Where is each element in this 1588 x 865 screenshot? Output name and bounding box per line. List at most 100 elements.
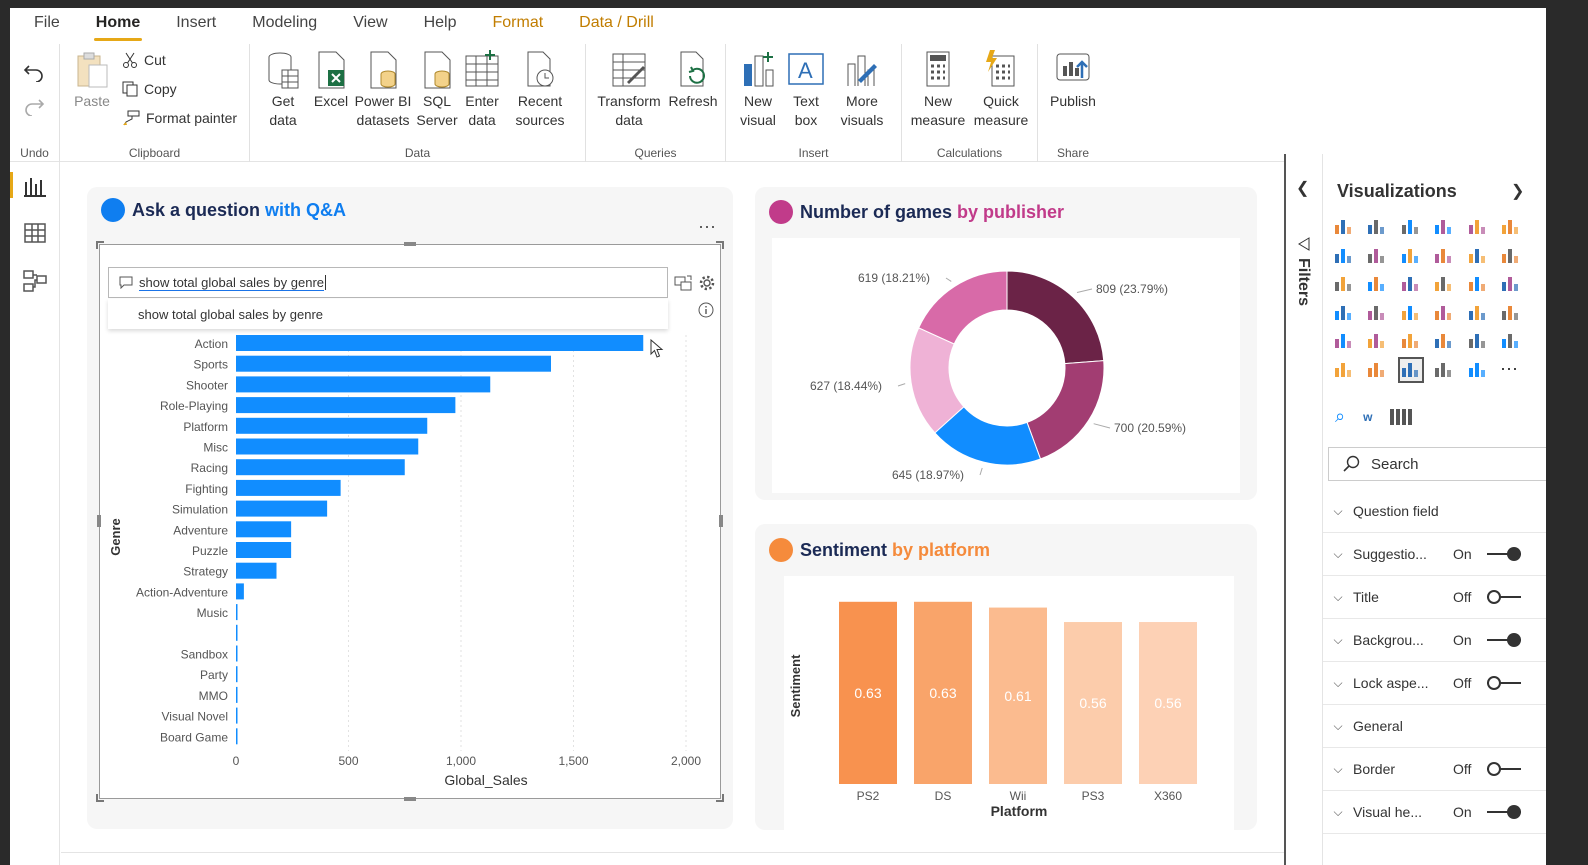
resize-handle[interactable] <box>716 241 724 249</box>
visual-type-icon[interactable] <box>1400 216 1422 238</box>
data-view-icon[interactable] <box>22 220 48 246</box>
visual-type-icon[interactable] <box>1433 302 1455 324</box>
visual-type-icon[interactable] <box>1333 216 1355 238</box>
visual-type-icon[interactable] <box>1433 216 1455 238</box>
visual-type-icon[interactable] <box>1366 273 1388 295</box>
sentiment-card[interactable]: Sentiment by platform 0.63 PS2 0.63 DS 0.61 W… <box>755 524 1257 830</box>
menu-help[interactable]: Help <box>424 14 457 32</box>
visual-type-icon[interactable] <box>1500 216 1522 238</box>
chevron-down-icon[interactable]: ⌵ <box>1323 719 1353 734</box>
report-view-icon[interactable] <box>22 174 48 200</box>
visual-type-icon[interactable] <box>1467 245 1489 267</box>
enter-data-button[interactable]: Enter data <box>462 50 502 130</box>
visual-type-icon[interactable] <box>1333 302 1355 324</box>
chevron-down-icon[interactable]: ⌵ <box>1323 762 1353 777</box>
chevron-down-icon[interactable]: ⌵ <box>1323 633 1353 648</box>
power-bi-datasets-button[interactable]: Power BI datasets <box>354 50 412 130</box>
toggle-switch[interactable] <box>1487 547 1521 561</box>
quick-measure-button[interactable]: Quick measure <box>970 50 1032 130</box>
redo-icon[interactable] <box>23 96 45 121</box>
refresh-button[interactable]: Refresh <box>668 50 718 111</box>
visual-type-icon[interactable] <box>1467 330 1489 352</box>
format-painter-button[interactable]: Format painter <box>122 110 237 126</box>
resize-handle[interactable] <box>404 797 416 801</box>
menu-format[interactable]: Format <box>492 14 543 32</box>
format-section-row[interactable]: ⌵ Backgrou... On <box>1323 619 1546 662</box>
visual-type-icon[interactable] <box>1500 245 1522 267</box>
new-visual-button[interactable]: New visual <box>736 50 780 130</box>
menu-file[interactable]: File <box>34 14 60 32</box>
format-section-row[interactable]: ⌵ Suggestio... On <box>1323 533 1546 576</box>
publish-button[interactable]: Publish <box>1046 50 1100 111</box>
toggle-switch[interactable] <box>1487 590 1521 604</box>
recent-sources-button[interactable]: Recent sources <box>508 50 572 130</box>
visual-type-icon[interactable] <box>1433 273 1455 295</box>
format-section-row[interactable]: ⌵ Visual he... On <box>1323 791 1546 834</box>
visual-type-icon[interactable] <box>1400 245 1422 267</box>
visual-type-icon[interactable] <box>1333 330 1355 352</box>
settings-gear-icon[interactable] <box>698 274 716 292</box>
format-section-row[interactable]: ⌵ Question field <box>1323 490 1546 533</box>
undo-icon[interactable] <box>23 62 45 87</box>
visual-type-icon[interactable] <box>1433 245 1455 267</box>
visual-type-icon[interactable] <box>1366 245 1388 267</box>
menu-view[interactable]: View <box>353 14 387 32</box>
format-section-row[interactable]: ⌵ Border Off <box>1323 748 1546 791</box>
qa-visual-card[interactable]: Ask a question with Q&A ⋯ show total glo… <box>87 187 733 829</box>
toggle-switch[interactable] <box>1487 762 1521 776</box>
visual-type-icon[interactable] <box>1467 359 1489 381</box>
format-section-row[interactable]: ⌵ Title Off <box>1323 576 1546 619</box>
paste-button[interactable]: Paste <box>72 50 112 111</box>
new-measure-button[interactable]: New measure <box>908 50 968 130</box>
chevron-down-icon[interactable]: ⌵ <box>1323 590 1353 605</box>
menu-data-drill[interactable]: Data / Drill <box>579 14 654 32</box>
get-data-button[interactable]: Get data <box>258 50 308 130</box>
more-visuals-button[interactable]: More visuals <box>832 50 892 130</box>
excel-button[interactable]: Excel <box>312 50 350 111</box>
visual-type-icon[interactable] <box>1433 330 1455 352</box>
word-icon[interactable]: w <box>1363 406 1372 428</box>
format-section-row[interactable]: ⌵ General <box>1323 705 1546 748</box>
chevron-down-icon[interactable]: ⌵ <box>1323 676 1353 691</box>
qa-suggestion-item[interactable]: show total global sales by genre <box>108 299 668 329</box>
text-box-button[interactable]: A Text box <box>784 50 828 130</box>
chevron-down-icon[interactable]: ⌵ <box>1323 805 1353 820</box>
format-section-row[interactable]: ⌵ Lock aspe... Off <box>1323 662 1546 705</box>
filters-pane-collapsed[interactable]: ❮ Filters <box>1284 154 1322 865</box>
menu-modeling[interactable]: Modeling <box>252 14 317 32</box>
visual-type-icon[interactable] <box>1500 273 1522 295</box>
copy-button[interactable]: Copy <box>122 81 177 97</box>
transform-data-button[interactable]: Transform data <box>594 50 664 130</box>
resize-handle[interactable] <box>404 242 416 246</box>
format-search-box[interactable]: Search <box>1328 447 1546 481</box>
menu-insert[interactable]: Insert <box>176 14 216 32</box>
visual-type-icon[interactable] <box>1366 330 1388 352</box>
collapse-left-icon[interactable]: ❮ <box>1296 178 1309 198</box>
visual-type-icon[interactable] <box>1400 273 1422 295</box>
chevron-down-icon[interactable]: ⌵ <box>1323 547 1353 562</box>
visual-type-icon[interactable] <box>1397 356 1424 383</box>
visual-type-icon[interactable] <box>1333 245 1355 267</box>
visual-type-icon[interactable] <box>1400 330 1422 352</box>
more-visuals-icon[interactable]: ⋯ <box>1500 359 1522 381</box>
menu-home[interactable]: Home <box>93 14 143 41</box>
visual-type-icon[interactable] <box>1433 359 1455 381</box>
visual-type-icon[interactable] <box>1467 273 1489 295</box>
visual-type-icon[interactable] <box>1333 359 1355 381</box>
info-icon[interactable] <box>698 302 714 318</box>
resize-handle[interactable] <box>96 241 104 249</box>
chevron-down-icon[interactable]: ⌵ <box>1323 504 1353 519</box>
search-visual-icon[interactable]: ⌕ <box>1335 406 1345 428</box>
visual-type-icon[interactable] <box>1366 359 1388 381</box>
cut-button[interactable]: Cut <box>122 52 166 68</box>
sql-server-button[interactable]: SQL Server <box>416 50 458 130</box>
grid-tool-icon[interactable] <box>1390 409 1413 425</box>
publisher-donut-card[interactable]: Number of games by publisher 809 (23.79%… <box>755 187 1257 500</box>
toggle-switch[interactable] <box>1487 676 1521 690</box>
visual-type-icon[interactable] <box>1366 216 1388 238</box>
model-view-icon[interactable] <box>22 268 48 294</box>
visual-type-icon[interactable] <box>1467 302 1489 324</box>
visual-type-icon[interactable] <box>1400 302 1422 324</box>
visual-type-icon[interactable] <box>1500 330 1522 352</box>
visual-type-icon[interactable] <box>1467 216 1489 238</box>
